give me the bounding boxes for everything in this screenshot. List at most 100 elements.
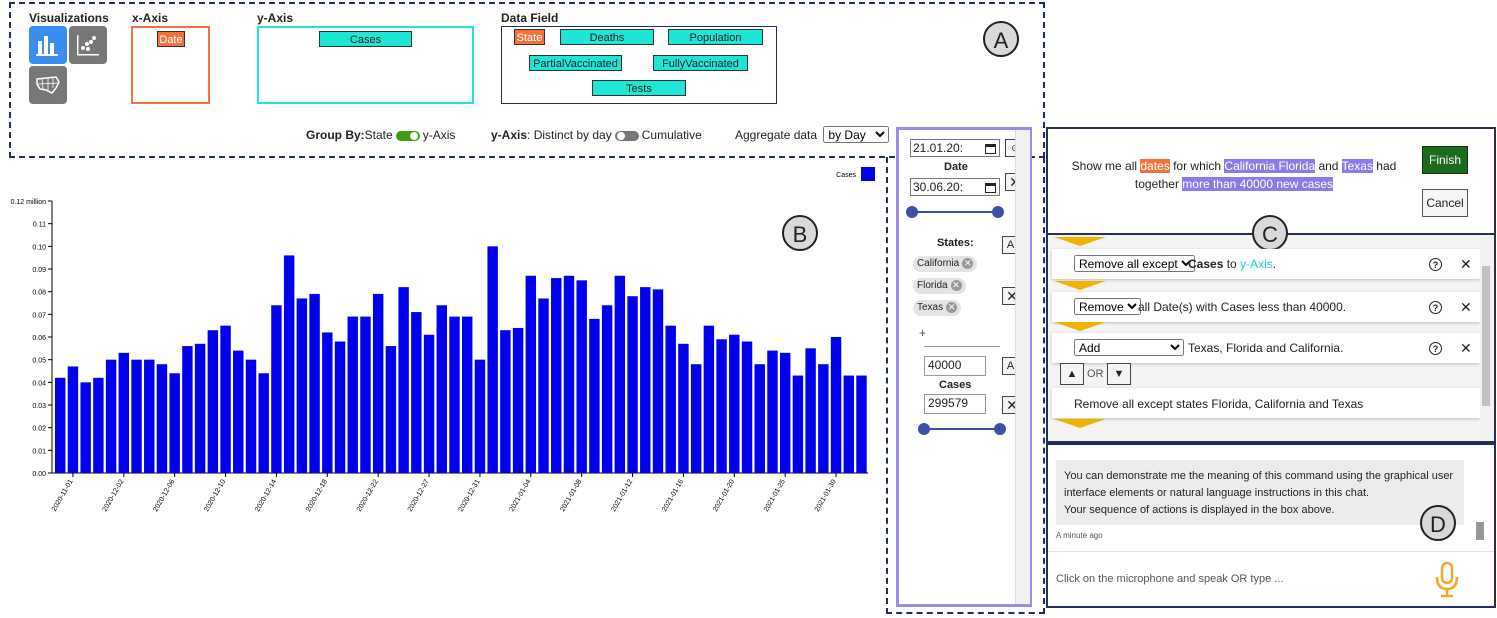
bar [830,337,842,473]
y-axis-option-distinct: : Distinct by day [527,128,612,142]
x-tick-label: 2021-01-20 [712,478,736,513]
bar [614,275,626,473]
bar-chart-button[interactable] [29,26,67,64]
field-chip-state[interactable]: State [514,29,545,45]
finish-button[interactable]: Finish [1422,146,1468,174]
legend-label: Cases [836,172,856,179]
step-row[interactable]: Remove all Date(s) with Cases less than … [1052,292,1480,322]
field-chip-population[interactable]: Population [668,29,763,45]
move-up-button[interactable]: ▲ [1060,363,1084,385]
x-tick-label: 2020-11-01 [51,478,75,512]
x-tick-label: 2020-12-31 [458,478,482,513]
field-chip-deaths[interactable]: Deaths [560,29,654,45]
scroll-thumb[interactable] [1482,266,1490,406]
help-icon[interactable]: ? [1429,258,1442,271]
y-axis-option-cumulative: Cumulative [641,128,702,142]
step-operation-select[interactable]: Remove all except [1074,255,1195,272]
y-tick-label: 0.09 [32,267,46,274]
remove-icon[interactable]: ✕ [950,279,962,291]
state-chip-florida[interactable]: Florida ✕ [913,278,966,294]
command-part: together [1134,177,1183,191]
group-by-label: Group By: [306,128,365,142]
x-tick-label: 2021-01-12 [610,478,634,513]
group-by-option-yaxis: y-Axis [422,128,456,142]
close-icon[interactable]: ✕ [1460,256,1472,273]
remove-icon[interactable]: ✕ [962,257,974,269]
chat-input[interactable]: Click on the microphone and speak OR typ… [1048,551,1494,607]
x-tick-label: 2021-01-25 [763,478,787,513]
aggregate-select[interactable]: by Day [823,126,890,143]
group-by-toggle[interactable] [395,130,420,141]
region-label-d: D [1420,505,1456,541]
y-axis-chip-cases[interactable]: Cases [319,31,412,47]
legend-swatch [861,167,875,181]
cases-min-input[interactable]: 40000 [924,356,986,376]
date-from-input[interactable]: 21.01.20: [910,139,1000,157]
move-down-button[interactable]: ▼ [1107,363,1131,385]
date-slider-min-handle[interactable] [906,206,918,218]
date-label: Date [944,161,968,173]
cases-slider-max-handle[interactable] [994,423,1006,435]
cases-slider-min-handle[interactable] [918,423,930,435]
field-chip-partialvaccinated[interactable]: PartialVaccinated [529,55,622,71]
state-chip-label: California [917,258,960,269]
bar [767,350,778,473]
cases-range-slider[interactable] [924,428,1000,430]
help-icon[interactable]: ? [1429,301,1442,314]
cases-bar-chart: 0.00 0.01 0.02 0.03 0.04 0.05 0.06 0.07 0.08 0.09… [11,167,875,513]
bar [271,305,282,473]
or-label: OR [1087,368,1104,380]
date-range-slider[interactable] [912,211,998,213]
bar [220,325,231,473]
microphone-icon[interactable] [1434,561,1460,599]
bar [690,364,702,473]
state-chip-label: Florida [917,280,948,291]
chat-scrollbar[interactable] [1475,447,1485,547]
scroll-thumb[interactable] [1476,522,1484,540]
steps-scrollbar[interactable] [1480,237,1492,439]
data-field-heading: Data Field [501,11,559,25]
highlight-texas: Texas [1341,159,1373,173]
scatter-icon [77,35,99,56]
bar [627,296,638,473]
add-state-button[interactable]: + [919,326,926,340]
help-icon[interactable]: ? [1429,342,1442,355]
state-chip-california[interactable]: California ✕ [913,256,978,272]
map-button[interactable] [29,66,67,104]
bar [118,352,130,473]
cancel-button[interactable]: Cancel [1422,189,1468,217]
bar [856,375,867,473]
chevron-down-icon [1054,322,1106,331]
bar [169,373,180,473]
field-chip-tests[interactable]: Tests [592,80,686,96]
bar [716,339,727,473]
y-tick-label: 0.11 [33,222,46,229]
scatter-plot-button[interactable] [69,26,107,64]
close-icon[interactable]: ✕ [1460,299,1472,316]
x-axis-chip-date[interactable]: Date [157,31,185,47]
alternative-text: Remove all except states Florida, Califo… [1074,397,1364,411]
bar [194,343,206,473]
bar [589,318,600,473]
alternative-row[interactable]: Remove all except states Florida, Califo… [1052,388,1480,418]
step-operation-select[interactable]: Remove [1074,298,1141,315]
filter-panel-scrollbar[interactable] [1015,130,1030,604]
step-operation-select[interactable]: Add [1074,339,1184,356]
date-slider-max-handle[interactable] [992,206,1004,218]
date-to-input[interactable]: 30.06.20: [910,178,1000,196]
bar [741,341,753,473]
cumulative-toggle[interactable] [614,130,639,141]
state-chip-texas[interactable]: Texas ✕ [913,300,962,316]
y-tick-label: 0.12 million [11,199,47,206]
step-row[interactable]: Remove all except Cases to y-Axis. ? ✕ [1052,249,1480,279]
step-row[interactable]: Add Texas, Florida and California. ? ✕ [1052,333,1480,363]
date-to-value: 30.06.20: [913,180,964,194]
y-tick-label: 0.10 [32,244,46,251]
bar [538,298,549,473]
y-tick-label: 0.04 [32,380,46,387]
command-text: Show me all dates for which California F… [1060,157,1408,193]
cases-max-input[interactable]: 299579 [924,394,986,414]
close-icon[interactable]: ✕ [1460,340,1472,357]
remove-icon[interactable]: ✕ [946,301,958,313]
field-chip-fullyvaccinated[interactable]: FullyVaccinated [653,55,748,71]
